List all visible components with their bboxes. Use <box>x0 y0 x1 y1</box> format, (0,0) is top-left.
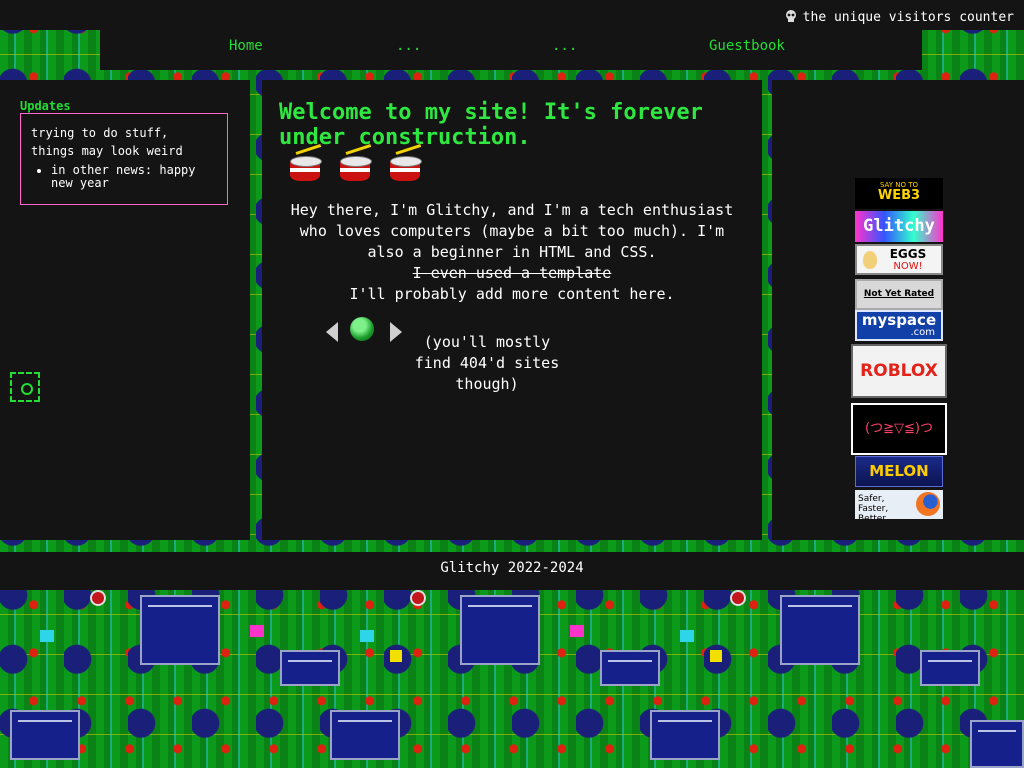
kaomoji-button[interactable]: (つ≧▽≦)つ <box>851 403 947 455</box>
not-yet-rated-text: Not Yet Rated <box>863 289 935 299</box>
nav-link-2[interactable]: ... <box>396 38 421 54</box>
right-sidebar: SAY NO TO WEB3 Glitchy EGGS NOW! Not Yet… <box>772 80 1024 540</box>
myspace-text: myspace <box>861 311 937 329</box>
nav-link-3[interactable]: ... <box>552 38 577 54</box>
webring-next-arrow-icon[interactable] <box>390 322 402 342</box>
updates-box: trying to do stuff, things may look weir… <box>20 113 228 205</box>
crosshair-icon <box>10 372 40 402</box>
not-yet-rated-button[interactable]: Not Yet Rated <box>855 279 943 310</box>
skull-icon <box>785 10 796 22</box>
updates-title: Updates <box>20 99 71 113</box>
eggs-now-button[interactable]: EGGS NOW! <box>855 244 943 275</box>
page-title: Welcome to my site! It's forever under c… <box>279 100 703 150</box>
melon-text: MELON <box>869 462 929 480</box>
top-bar: the unique visitors counter <box>0 0 1024 30</box>
roblox-button[interactable]: ROBLOX <box>851 344 947 398</box>
kaomoji-text: (つ≧▽≦)つ <box>865 421 933 436</box>
nav-guestbook-link[interactable]: Guestbook <box>709 38 785 54</box>
roblox-text: ROBLOX <box>860 361 938 381</box>
drum-icon <box>288 144 322 184</box>
updates-list: in other news: happy new year <box>31 164 217 190</box>
glitchy-button-text: Glitchy <box>863 216 935 236</box>
web3-button-bottom-text: WEB3 <box>877 188 921 203</box>
updates-text: trying to do stuff, things may look weir… <box>31 126 183 158</box>
navigation-bar: Home ... ... Guestbook <box>100 30 922 70</box>
firefox-logo-icon <box>916 492 940 516</box>
myspace-com-text: .com <box>910 327 935 338</box>
more-content-text: I'll probably add more content here. <box>349 285 675 303</box>
drum-icon <box>338 144 372 184</box>
main-content: Welcome to my site! It's forever under c… <box>262 80 762 540</box>
visitor-counter-label: the unique visitors counter <box>802 10 1014 25</box>
webring-note: (you'll mostly find 404'd sites though) <box>414 333 560 393</box>
visitor-counter: the unique visitors counter <box>785 10 1014 25</box>
drum-icon <box>388 144 422 184</box>
webring-prev-arrow-icon[interactable] <box>326 322 338 342</box>
glitchy-button[interactable]: Glitchy <box>855 211 943 242</box>
melon-button[interactable]: MELON <box>855 456 943 487</box>
nav-home-link[interactable]: Home <box>229 38 263 54</box>
eggs-button-text: EGGS <box>889 247 927 261</box>
left-sidebar: Updates trying to do stuff, things may l… <box>0 80 250 540</box>
intro-text: Hey there, I'm Glitchy, and I'm a tech e… <box>282 200 742 305</box>
strikethrough-text: I even used a template <box>412 264 612 282</box>
circuit-board-background <box>0 590 1024 768</box>
intro-paragraph: Hey there, I'm Glitchy, and I'm a tech e… <box>290 201 734 261</box>
footer-bar: Glitchy 2022-2024 <box>0 552 1024 590</box>
firefox-button[interactable]: Safer, Faster, Better <box>855 490 943 519</box>
say-no-to-web3-button[interactable]: SAY NO TO WEB3 <box>855 178 943 209</box>
globe-icon[interactable] <box>350 317 374 341</box>
eggs-now-text: NOW! <box>893 261 923 272</box>
myspace-button[interactable]: myspace .com <box>855 310 943 341</box>
list-item: in other news: happy new year <box>51 164 217 190</box>
webring-nav <box>326 317 406 347</box>
footer-text: Glitchy 2022-2024 <box>440 560 584 576</box>
